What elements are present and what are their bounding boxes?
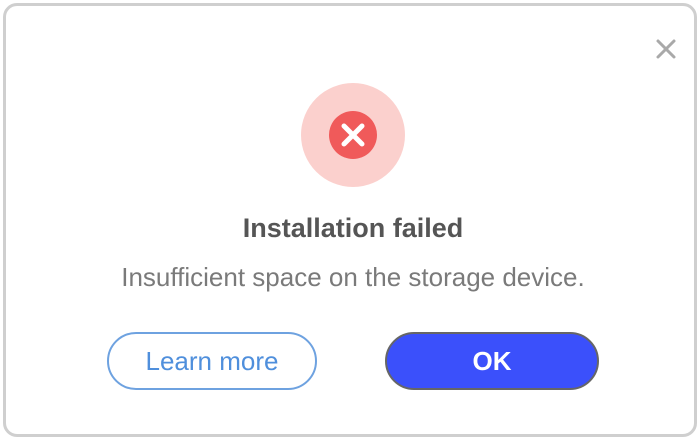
error-icon xyxy=(329,111,377,159)
error-icon-badge xyxy=(301,83,405,187)
dialog-message: Insufficient space on the storage device… xyxy=(121,262,585,292)
close-button[interactable] xyxy=(654,37,678,61)
learn-more-button[interactable]: Learn more xyxy=(107,332,317,390)
dialog-title: Installation failed xyxy=(242,213,464,243)
close-icon xyxy=(656,39,676,59)
ok-button[interactable]: OK xyxy=(385,332,599,390)
install-error-dialog: Installation failed Insufficient space o… xyxy=(3,3,697,437)
